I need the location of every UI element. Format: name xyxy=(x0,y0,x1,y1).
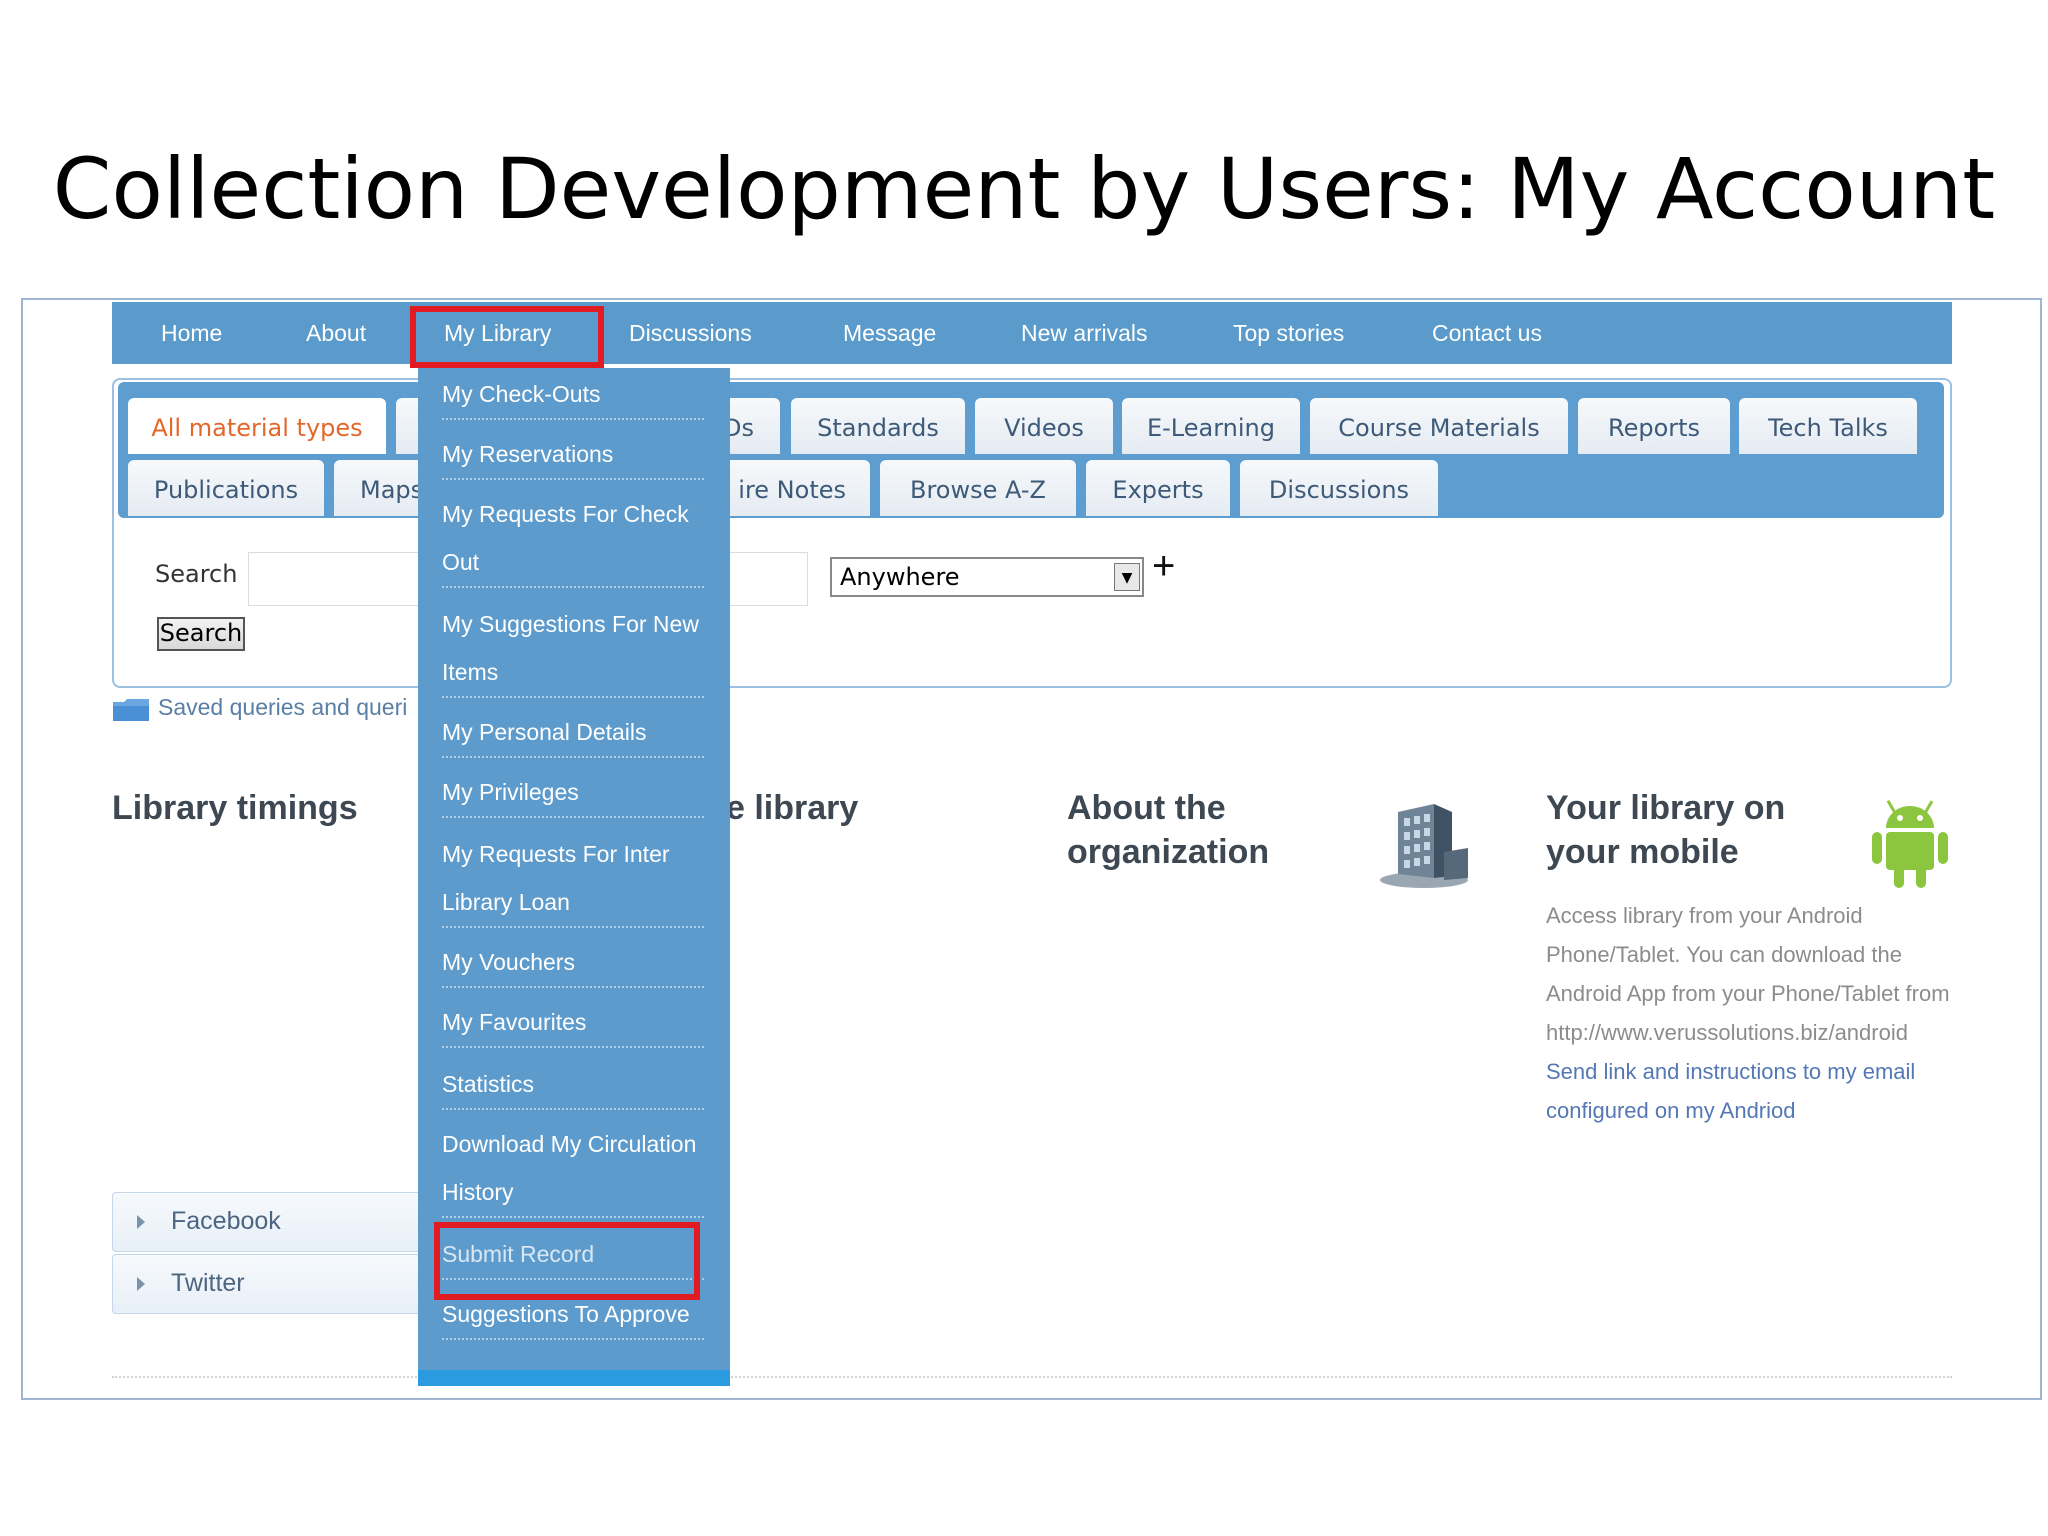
tab-discussions[interactable]: Discussions xyxy=(1240,460,1438,516)
twitter-label: Twitter xyxy=(171,1269,245,1297)
send-link-instructions[interactable]: Send link and instructions to my email c… xyxy=(1546,1059,1915,1123)
nav-discussions[interactable]: Discussions xyxy=(629,302,752,364)
saved-queries-link[interactable]: Saved queries and queri xyxy=(158,694,407,721)
tab-reports[interactable]: Reports xyxy=(1578,398,1730,454)
slide-title: Collection Development by Users: My Acco… xyxy=(52,140,1996,238)
menu-my-requests-check-out[interactable]: My Requests For Check Out xyxy=(442,490,704,588)
menu-my-favourites[interactable]: My Favourites xyxy=(442,998,704,1048)
library-timings-heading: Library timings xyxy=(112,789,358,827)
my-library-highlight xyxy=(410,306,604,368)
footer-divider xyxy=(112,1376,1952,1378)
mobile-heading: Your library on your mobile xyxy=(1546,789,1786,871)
menu-download-circulation-history[interactable]: Download My Circulation History xyxy=(442,1120,704,1218)
search-scope-value: Anywhere xyxy=(840,563,960,591)
menu-my-vouchers[interactable]: My Vouchers xyxy=(442,938,704,988)
tab-all-material-types[interactable]: All material types xyxy=(128,398,386,454)
menu-my-reservations[interactable]: My Reservations xyxy=(442,430,704,480)
menu-my-privileges[interactable]: My Privileges xyxy=(442,768,704,818)
nav-message[interactable]: Message xyxy=(843,302,936,364)
search-scope-select[interactable]: Anywhere ▼ xyxy=(830,557,1144,597)
chevron-down-icon[interactable]: ▼ xyxy=(1114,563,1140,591)
facebook-label: Facebook xyxy=(171,1207,281,1235)
mobile-text: Access library from your Android Phone/T… xyxy=(1546,903,1950,1045)
submit-record-highlight xyxy=(434,1222,700,1300)
the-library-heading: e library xyxy=(726,789,859,827)
tab-browse-a-z[interactable]: Browse A-Z xyxy=(880,460,1076,516)
chevron-right-icon xyxy=(137,1277,145,1291)
tab-e-learning[interactable]: E-Learning xyxy=(1122,398,1300,454)
menu-statistics[interactable]: Statistics xyxy=(442,1060,704,1110)
twitter-panel[interactable]: Twitter xyxy=(112,1254,422,1314)
nav-new-arrivals[interactable]: New arrivals xyxy=(1021,302,1148,364)
search-label: Search xyxy=(155,560,238,588)
menu-my-suggestions-new-items[interactable]: My Suggestions For New Items xyxy=(442,600,704,698)
menu-my-check-outs[interactable]: My Check-Outs xyxy=(442,370,704,420)
about-organization-heading: About the organization xyxy=(1067,789,1270,871)
tab-videos[interactable]: Videos xyxy=(975,398,1113,454)
mobile-description: Access library from your Android Phone/T… xyxy=(1546,896,1966,1130)
menu-my-personal-details[interactable]: My Personal Details xyxy=(442,708,704,758)
menu-my-requests-ill[interactable]: My Requests For Inter Library Loan xyxy=(442,830,704,928)
tab-tech-talks[interactable]: Tech Talks xyxy=(1739,398,1917,454)
tab-standards[interactable]: Standards xyxy=(791,398,965,454)
facebook-panel[interactable]: Facebook xyxy=(112,1192,422,1252)
folder-icon xyxy=(113,699,149,721)
android-icon xyxy=(1872,799,1948,888)
tab-course-materials[interactable]: Course Materials xyxy=(1310,398,1568,454)
search-button[interactable]: Search xyxy=(157,617,245,651)
dropdown-bottom-bar xyxy=(418,1370,730,1386)
top-navigation: Home About My Library Discussions Messag… xyxy=(112,302,1952,364)
plus-icon[interactable]: + xyxy=(1152,546,1175,586)
tab-experts[interactable]: Experts xyxy=(1086,460,1230,516)
building-icon xyxy=(1380,804,1468,888)
chevron-right-icon xyxy=(137,1215,145,1229)
nav-home[interactable]: Home xyxy=(161,302,222,364)
nav-contact-us[interactable]: Contact us xyxy=(1432,302,1542,364)
nav-about[interactable]: About xyxy=(306,302,366,364)
nav-top-stories[interactable]: Top stories xyxy=(1233,302,1344,364)
tab-publications[interactable]: Publications xyxy=(128,460,324,516)
